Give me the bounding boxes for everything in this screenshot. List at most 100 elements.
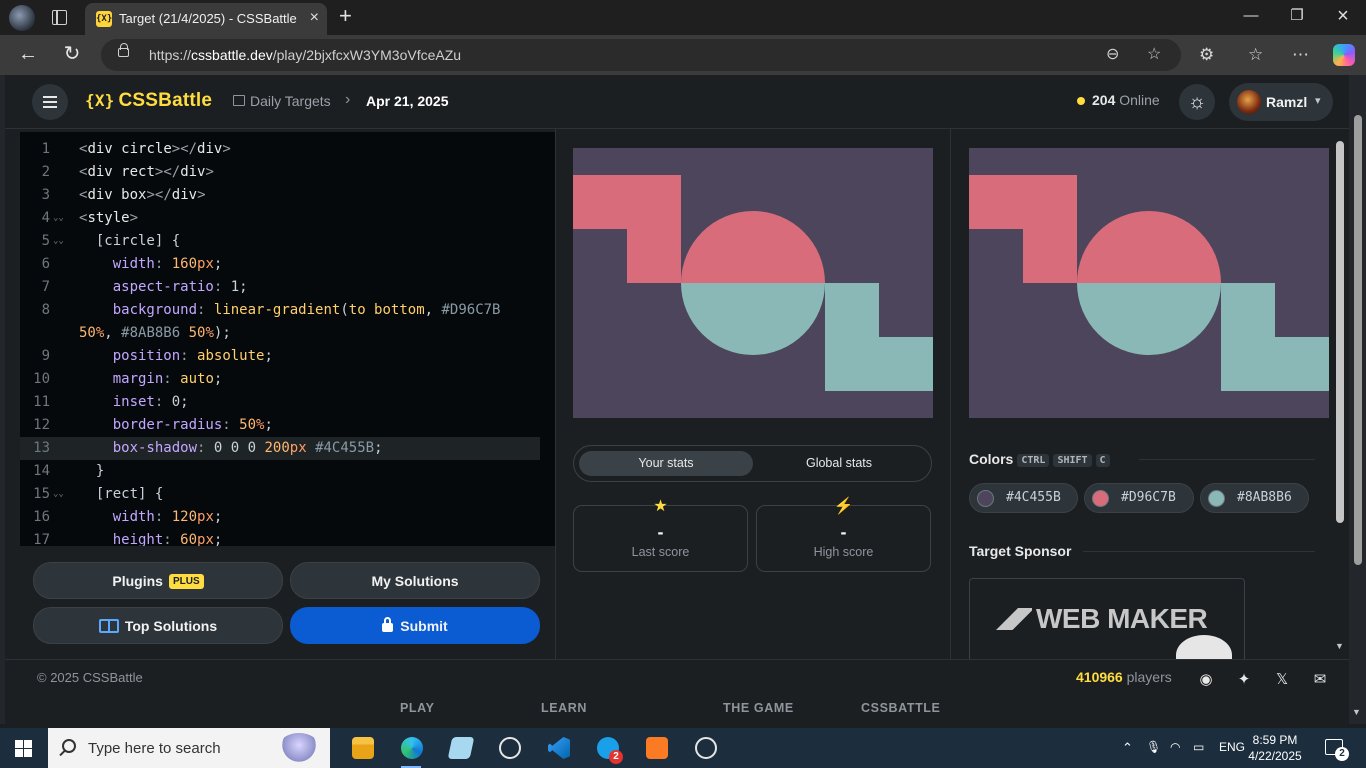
obs-icon[interactable] xyxy=(687,734,723,764)
high-score-label: High score xyxy=(813,545,874,559)
mail-icon[interactable]: ✉ xyxy=(1310,670,1330,688)
panel-scroll-thumb[interactable] xyxy=(1336,141,1344,523)
battery-icon[interactable]: ▭ xyxy=(1193,740,1204,754)
close-tab-icon[interactable]: × xyxy=(310,10,319,26)
breadcrumb-daily-targets[interactable]: Daily Targets xyxy=(250,93,331,109)
vscode-icon[interactable] xyxy=(540,734,576,764)
code-line[interactable]: 15 ⌄⌄ [rect] { xyxy=(20,483,540,506)
sponsor-card[interactable]: WEB MAKER xyxy=(969,578,1245,660)
taskbar-search[interactable]: Type here to search xyxy=(48,728,330,768)
code-line[interactable]: 4 ⌄⌄ <style> xyxy=(20,207,540,230)
user-menu-button[interactable]: Ramzl ▾ xyxy=(1229,83,1333,121)
code-line[interactable]: 1 <div circle></div> xyxy=(20,138,540,161)
xampp-icon[interactable] xyxy=(638,734,674,764)
footer-nav-learn[interactable]: LEARN xyxy=(541,701,587,715)
code-line[interactable]: 13 box-shadow: 0 0 0 200px #4C455B; xyxy=(20,437,540,460)
chevron-down-icon: ▾ xyxy=(1315,95,1321,107)
code-line[interactable]: 2 <div rect></div> xyxy=(20,161,540,184)
stats-toggle: Your stats Global stats xyxy=(573,445,932,482)
footer-nav-cssbattle[interactable]: CSSBATTLE xyxy=(861,701,940,715)
windows-start-icon[interactable] xyxy=(15,740,32,757)
chatgpt-icon[interactable] xyxy=(491,734,527,764)
wifi-icon[interactable]: ◠ xyxy=(1170,740,1180,754)
code-line[interactable]: 9 position: absolute; xyxy=(20,345,540,368)
tab-actions-icon[interactable] xyxy=(52,10,67,25)
profile-avatar-icon[interactable] xyxy=(9,5,35,31)
minimize-icon[interactable]: — xyxy=(1236,6,1266,26)
new-tab-icon[interactable]: + xyxy=(339,5,352,27)
url-text[interactable]: https://cssbattle.dev/play/2bjxfcxW3YM3o… xyxy=(149,47,461,63)
address-bar[interactable]: https://cssbattle.dev/play/2bjxfcxW3YM3o… xyxy=(101,39,1181,71)
close-window-icon[interactable]: × xyxy=(1328,6,1358,26)
tab-global-stats[interactable]: Global stats xyxy=(752,451,926,476)
calendar-icon xyxy=(233,95,245,106)
plugins-button[interactable]: Plugins PLUS xyxy=(33,562,283,599)
footer-nav-play[interactable]: PLAY xyxy=(400,701,435,715)
output-preview[interactable] xyxy=(573,148,933,418)
fold-chevron-icon[interactable]: ⌄⌄ xyxy=(53,483,64,506)
page-scroll-thumb[interactable] xyxy=(1354,115,1362,565)
extensions-icon[interactable]: ⚙ xyxy=(1199,45,1214,65)
shortcut-key: C xyxy=(1095,454,1110,467)
line-number: 8 xyxy=(41,302,50,318)
code-line[interactable]: 6 width: 160px; xyxy=(20,253,540,276)
back-icon[interactable]: ← xyxy=(15,43,41,65)
code-line[interactable]: 5 ⌄⌄ [circle] { xyxy=(20,230,540,253)
more-icon[interactable]: ⋯ xyxy=(1292,45,1309,65)
clock[interactable]: 8:59 PM 4/22/2025 xyxy=(1245,732,1305,764)
code-editor[interactable]: 1 <div circle></div> 2 <div rect></div> 3 <di… xyxy=(20,132,555,546)
site-lock-icon[interactable] xyxy=(118,43,129,57)
code-line[interactable]: 50%, #8AB8B6 50%); xyxy=(20,322,540,345)
code-line[interactable]: 16 width: 120px; xyxy=(20,506,540,529)
reload-icon[interactable]: ↻ xyxy=(59,43,85,65)
code-line[interactable]: 12 border-radius: 50%; xyxy=(20,414,540,437)
line-number: 4 xyxy=(41,210,50,226)
color-chip[interactable]: #8AB8B6 xyxy=(1200,483,1309,513)
bolt-icon: ⚡ xyxy=(833,498,854,515)
skype-icon[interactable]: 2 xyxy=(589,734,625,764)
footer-nav-the-game[interactable]: THE GAME xyxy=(723,701,794,715)
code-line[interactable]: 7 aspect-ratio: 1; xyxy=(20,276,540,299)
cssbattle-logo[interactable]: {X} CSSBattle xyxy=(85,90,212,112)
online-status-dot xyxy=(1077,97,1085,105)
language-indicator[interactable]: ENG xyxy=(1219,740,1245,754)
menu-button[interactable] xyxy=(32,84,68,120)
line-number: 14 xyxy=(33,463,50,479)
breadcrumb-chevron-icon: › xyxy=(345,91,351,108)
pink-rect-shape xyxy=(627,229,681,283)
code-line[interactable]: 17 height: 60px; xyxy=(20,529,540,546)
maximize-icon[interactable]: ❐ xyxy=(1282,6,1312,26)
microphone-icon[interactable]: 🎙 xyxy=(1146,740,1161,754)
x-icon[interactable]: 𝕏 xyxy=(1272,670,1292,688)
tab-your-stats[interactable]: Your stats xyxy=(579,451,753,476)
browser-tab-bar: {X} Target (21/4/2025) - CSSBattle × + —… xyxy=(0,0,1366,35)
submit-button[interactable]: Submit xyxy=(290,607,540,644)
scroll-down-icon[interactable]: ▼ xyxy=(1335,641,1344,651)
code-text: <style> xyxy=(79,210,139,226)
bluesky-icon[interactable]: ✦ xyxy=(1234,670,1254,688)
edge-icon[interactable] xyxy=(393,734,429,768)
code-line[interactable]: 3 <div box></div> xyxy=(20,184,540,207)
copilot-icon[interactable] xyxy=(1333,44,1355,66)
target-image[interactable] xyxy=(969,148,1329,418)
color-chip[interactable]: #D96C7B xyxy=(1084,483,1194,513)
color-chip[interactable]: #4C455B xyxy=(969,483,1078,513)
file-explorer-icon[interactable] xyxy=(344,734,380,764)
scroll-down-icon[interactable]: ▼ xyxy=(1352,707,1361,717)
fold-chevron-icon[interactable]: ⌄⌄ xyxy=(53,207,64,230)
my-solutions-button[interactable]: My Solutions xyxy=(290,562,540,599)
favorites-icon[interactable]: ☆ xyxy=(1248,45,1263,65)
browser-tab[interactable]: {X} Target (21/4/2025) - CSSBattle × xyxy=(85,3,327,35)
fold-chevron-icon[interactable]: ⌄⌄ xyxy=(53,230,64,253)
tray-chevron-icon[interactable]: ⌃ xyxy=(1122,740,1133,756)
code-line[interactable]: 8 background: linear-gradient(to bottom,… xyxy=(20,299,540,322)
zoom-icon[interactable]: ⊖ xyxy=(1106,46,1119,64)
code-line[interactable]: 10 margin: auto; xyxy=(20,368,540,391)
favorite-star-icon[interactable]: ☆ xyxy=(1147,46,1161,64)
discord-icon[interactable]: ◉ xyxy=(1196,670,1216,688)
theme-toggle-button[interactable]: ☼ xyxy=(1179,84,1215,120)
code-line[interactable]: 11 inset: 0; xyxy=(20,391,540,414)
app-icon[interactable] xyxy=(442,734,478,764)
code-line[interactable]: 14 } xyxy=(20,460,540,483)
top-solutions-button[interactable]: Top Solutions xyxy=(33,607,283,644)
